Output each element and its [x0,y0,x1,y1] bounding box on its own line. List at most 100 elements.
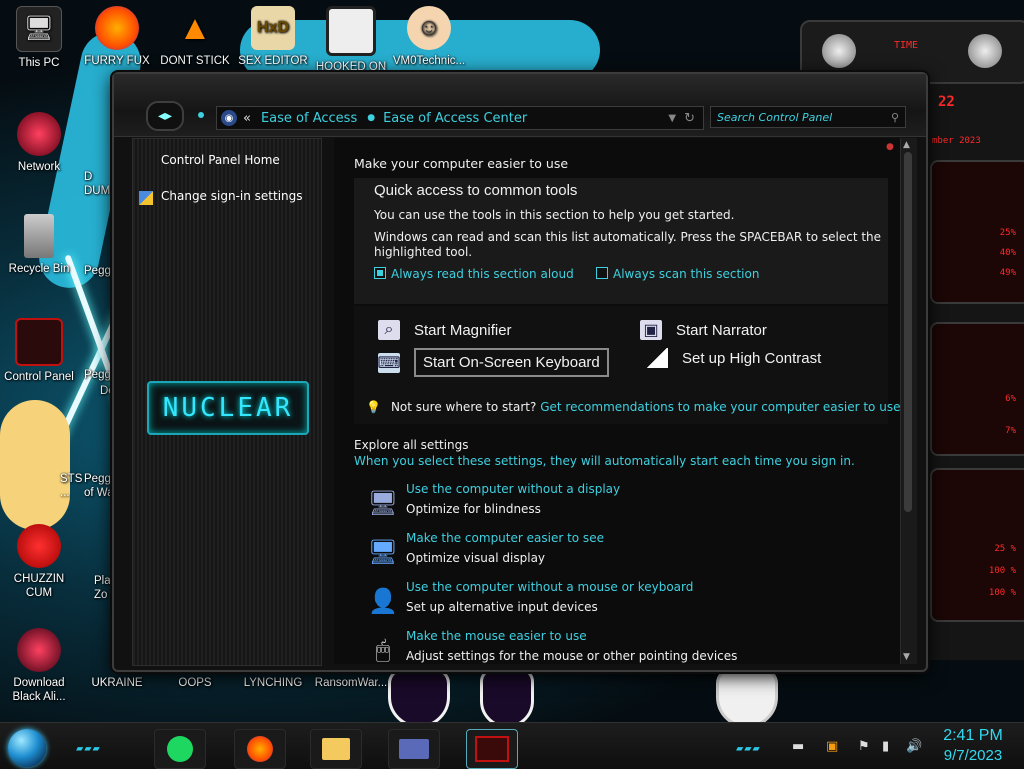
tray-app-icon[interactable]: ▣ [826,739,838,754]
desktop-icon-ukraine[interactable]: UKRAINE [78,676,156,690]
desktop-icon-label: Recycle Bin [8,263,70,275]
breadcrumb-ease-of-access[interactable]: Ease of Access [261,111,357,126]
address-dropdown-icon[interactable]: ▼ [668,113,684,124]
back-button[interactable]: ◂▸ [146,101,184,131]
desktop-icon-dont-stick[interactable]: ▲ DONT STICK [156,6,234,68]
gadget-value: 100 % [988,588,1016,598]
start-on-screen-keyboard-button[interactable]: ⌨ Start On-Screen Keyboard [377,348,609,377]
setting-link[interactable]: Use the computer without a mouse or keyb… [406,580,693,594]
scan-section-checkbox[interactable]: Always scan this section [596,267,759,281]
gadget-value: 40% [999,248,1016,258]
scroll-thumb[interactable] [904,152,912,512]
ease-of-access-window[interactable]: ◂▸ ◉ « Ease of Access ● Ease of Access C… [112,72,928,672]
scroll-up-icon[interactable]: ▲ [903,140,910,150]
setting-link[interactable]: Make the mouse easier to use [406,629,587,643]
desktop-icon-vm0technic[interactable]: ☺ VM0Technic... [390,6,468,68]
desktop-icon-partial[interactable]: ... [60,486,80,500]
desktop-icon-partial[interactable]: Zo [94,588,114,602]
wallpaper-character-leg [480,668,534,728]
setting-link[interactable]: Use the computer without a display [406,482,620,496]
breadcrumb-back-chevron[interactable]: « [243,111,251,126]
search-input[interactable]: Search Control Panel ⚲ [710,106,906,128]
read-aloud-checkbox[interactable]: Always read this section aloud [374,267,574,281]
control-panel-icon [15,318,63,366]
control-panel-home-link[interactable]: Control Panel Home [161,153,280,167]
gadget-network-panel: 6% 7% [930,322,1024,456]
desktop-icon-label: Zo [94,589,108,601]
desktop-icon-ransomware[interactable]: RansomWar... [312,676,390,690]
help-icon[interactable]: ● [886,142,894,152]
alien-head-icon [968,34,1002,68]
setting-description: Adjust settings for the mouse or other p… [406,649,738,663]
desktop-icon-network[interactable]: Network [0,112,78,174]
desktop-icon-this-pc[interactable]: 🖥 This PC [0,6,78,70]
content-scrollbar[interactable]: ▲ ▼ [900,138,917,664]
desktop-icon-label: CHUZZIN CUM [13,573,65,599]
desktop-icon-download-black-alienware[interactable]: Download Black Ali... [0,628,78,704]
start-button[interactable] [8,729,46,767]
desktop-icon-partial[interactable]: Plan [94,574,117,588]
read-aloud-label: Always read this section aloud [391,267,574,281]
desktop-icon-control-panel[interactable]: Control Panel [0,318,78,384]
setting-link[interactable]: Make the computer easier to see [406,531,604,545]
wallpaper-character-leg [388,668,450,728]
start-narrator-button[interactable]: ▣ Start Narrator [640,320,767,340]
breadcrumb-ease-of-access-center[interactable]: Ease of Access Center [383,111,527,126]
taskbar-file-explorer[interactable] [310,729,362,769]
checkbox-unchecked-icon[interactable] [596,267,608,279]
desktop-icon-partial[interactable]: Peggle [84,472,120,486]
get-recommendations-link[interactable]: Get recommendations to make your compute… [540,400,900,414]
setting-description: Set up alternative input devices [406,600,598,614]
gadget-value: 100 % [988,566,1016,576]
desktop-icon-chuzzin-cum[interactable]: CHUZZIN CUM [0,524,78,600]
wallpaper-cartoon-character [0,400,70,530]
desktop-icon-label: of Wa [84,487,114,499]
high-contrast-icon [646,348,668,368]
desktop-icon-recycle-bin[interactable]: Recycle Bin [0,214,78,276]
desktop-icon-partial[interactable]: STS [60,472,82,486]
desktop-icon-oops[interactable]: OOPS [156,676,234,690]
file-explorer-icon [322,738,350,760]
desktop-icon-label: LYNCHING [243,677,303,689]
address-bar[interactable]: ◉ « Ease of Access ● Ease of Access Cent… [216,106,704,130]
tray-volume-icon[interactable]: 🔊 [906,739,922,754]
quick-access-section: Quick access to common tools You can use… [354,178,888,304]
scroll-down-icon[interactable]: ▼ [903,652,910,662]
breadcrumb-separator-icon[interactable]: ● [367,113,375,123]
tray-decoration-icon: ▬ [792,739,805,754]
setting-mouse-easier[interactable]: 🖱 Make the mouse easier to use Adjust se… [366,629,886,664]
alien-gadget[interactable]: TIME 22 mber 2023 25% 40% 49% 6% 7% 25 %… [800,20,1024,660]
quick-access-text: highlighted tool. [374,245,473,259]
start-magnifier-button[interactable]: ⌕ Start Magnifier [378,320,512,340]
desktop-icon-lynching[interactable]: LYNCHING [234,676,312,690]
setting-easier-to-see[interactable]: 🖥 Make the computer easier to see Optimi… [366,531,886,579]
taskbar-firefox[interactable] [234,729,286,769]
window-titlebar[interactable]: ◂▸ ◉ « Ease of Access ● Ease of Access C… [114,74,926,137]
clock-time[interactable]: 2:41 PM [938,727,1008,745]
checkbox-checked-icon[interactable] [374,267,386,279]
desktop-icon-partial[interactable]: D [84,170,114,184]
setting-without-mouse-keyboard[interactable]: 👤 Use the computer without a mouse or ke… [366,580,886,628]
desktop-icon-hooked-on[interactable]: HOOKED ON [312,6,390,74]
desktop-icon-partial[interactable]: of Wa [84,486,114,500]
desktop-icon-label: Control Panel [4,371,74,383]
change-sign-in-settings-link[interactable]: Change sign-in settings [161,189,303,203]
gadget-value: 49% [999,268,1016,278]
desktop-icon-partial[interactable]: DUM [84,184,114,198]
desktop-icon-furry-fux[interactable]: FURRY FUX [78,6,156,68]
tray-network-icon[interactable]: ▮ [882,739,889,754]
tray-flag-icon[interactable]: ⚑ [858,739,870,754]
start-on-screen-keyboard-label: Start On-Screen Keyboard [414,348,609,377]
taskbar-spotify[interactable] [154,729,206,769]
desktop-icon-partial[interactable]: Peggle [84,264,120,278]
desktop-icon-sex-editor[interactable]: HxD SEX EDITOR [234,6,312,68]
refresh-icon[interactable]: ↻ [684,111,703,126]
taskbar-control-panel[interactable] [388,729,440,769]
setting-without-display[interactable]: 🖥 Use the computer without a display Opt… [366,482,886,530]
monitor-icon: 🖥 [367,489,399,517]
desktop-icon-partial[interactable]: Peggle [84,368,120,382]
clock-date[interactable]: 9/7/2023 [938,747,1008,764]
set-up-high-contrast-button[interactable]: Set up High Contrast [646,348,821,368]
taskbar-alienware-app[interactable] [466,729,518,769]
alien-head-icon [822,34,856,68]
